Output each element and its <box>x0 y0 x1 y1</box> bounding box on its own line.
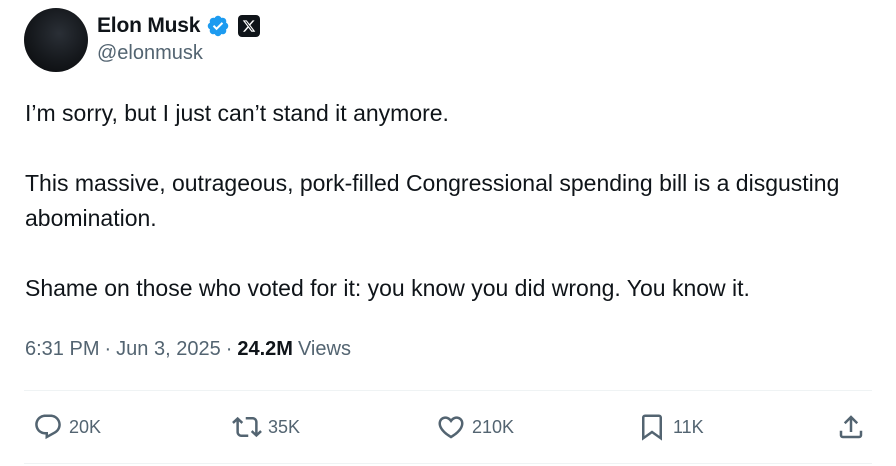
share-icon <box>839 415 863 439</box>
tweet-date[interactable]: Jun 3, 2025 <box>116 338 221 361</box>
tweet-card: Elon Musk @elonmusk I’m sorry, but I jus… <box>0 0 896 466</box>
tweet-time[interactable]: 6:31 PM <box>25 338 99 361</box>
like-count: 210K <box>472 416 515 437</box>
repost-button[interactable]: 35K <box>232 411 300 443</box>
repost-icon <box>232 416 262 438</box>
bookmark-icon <box>642 414 662 441</box>
verified-badge-icon[interactable] <box>206 14 230 38</box>
divider <box>24 463 872 464</box>
tweet-paragraph: This massive, outrageous, pork-filled Co… <box>25 170 840 231</box>
reply-count: 20K <box>69 416 102 437</box>
bookmark-count: 11K <box>673 416 704 437</box>
tweet-paragraph: Shame on those who voted for it: you kno… <box>25 275 750 301</box>
avatar[interactable] <box>24 8 88 72</box>
tweet-metadata: 6:31 PM · Jun 3, 2025 · 24.2M Views <box>25 338 351 361</box>
divider <box>24 390 872 391</box>
author-handle[interactable]: @elonmusk <box>97 42 203 65</box>
author-name-row: Elon Musk <box>97 12 261 40</box>
views-count: 24.2M <box>237 338 293 360</box>
views-label: Views <box>297 338 351 360</box>
author-display-name[interactable]: Elon Musk <box>97 14 200 38</box>
meta-separator: · <box>225 338 233 360</box>
repost-count: 35K <box>268 416 301 437</box>
tweet-paragraph: I’m sorry, but I just can’t stand it any… <box>25 100 449 126</box>
reply-icon <box>35 414 61 440</box>
tweet-text: I’m sorry, but I just can’t stand it any… <box>25 96 875 306</box>
heart-icon <box>438 416 464 439</box>
like-button[interactable]: 210K <box>436 411 514 443</box>
meta-separator: · <box>104 338 112 360</box>
reply-button[interactable]: 20K <box>33 411 101 443</box>
bookmark-button[interactable]: 11K <box>637 411 704 443</box>
share-button[interactable] <box>836 411 866 443</box>
x-logo-icon[interactable] <box>238 15 261 37</box>
